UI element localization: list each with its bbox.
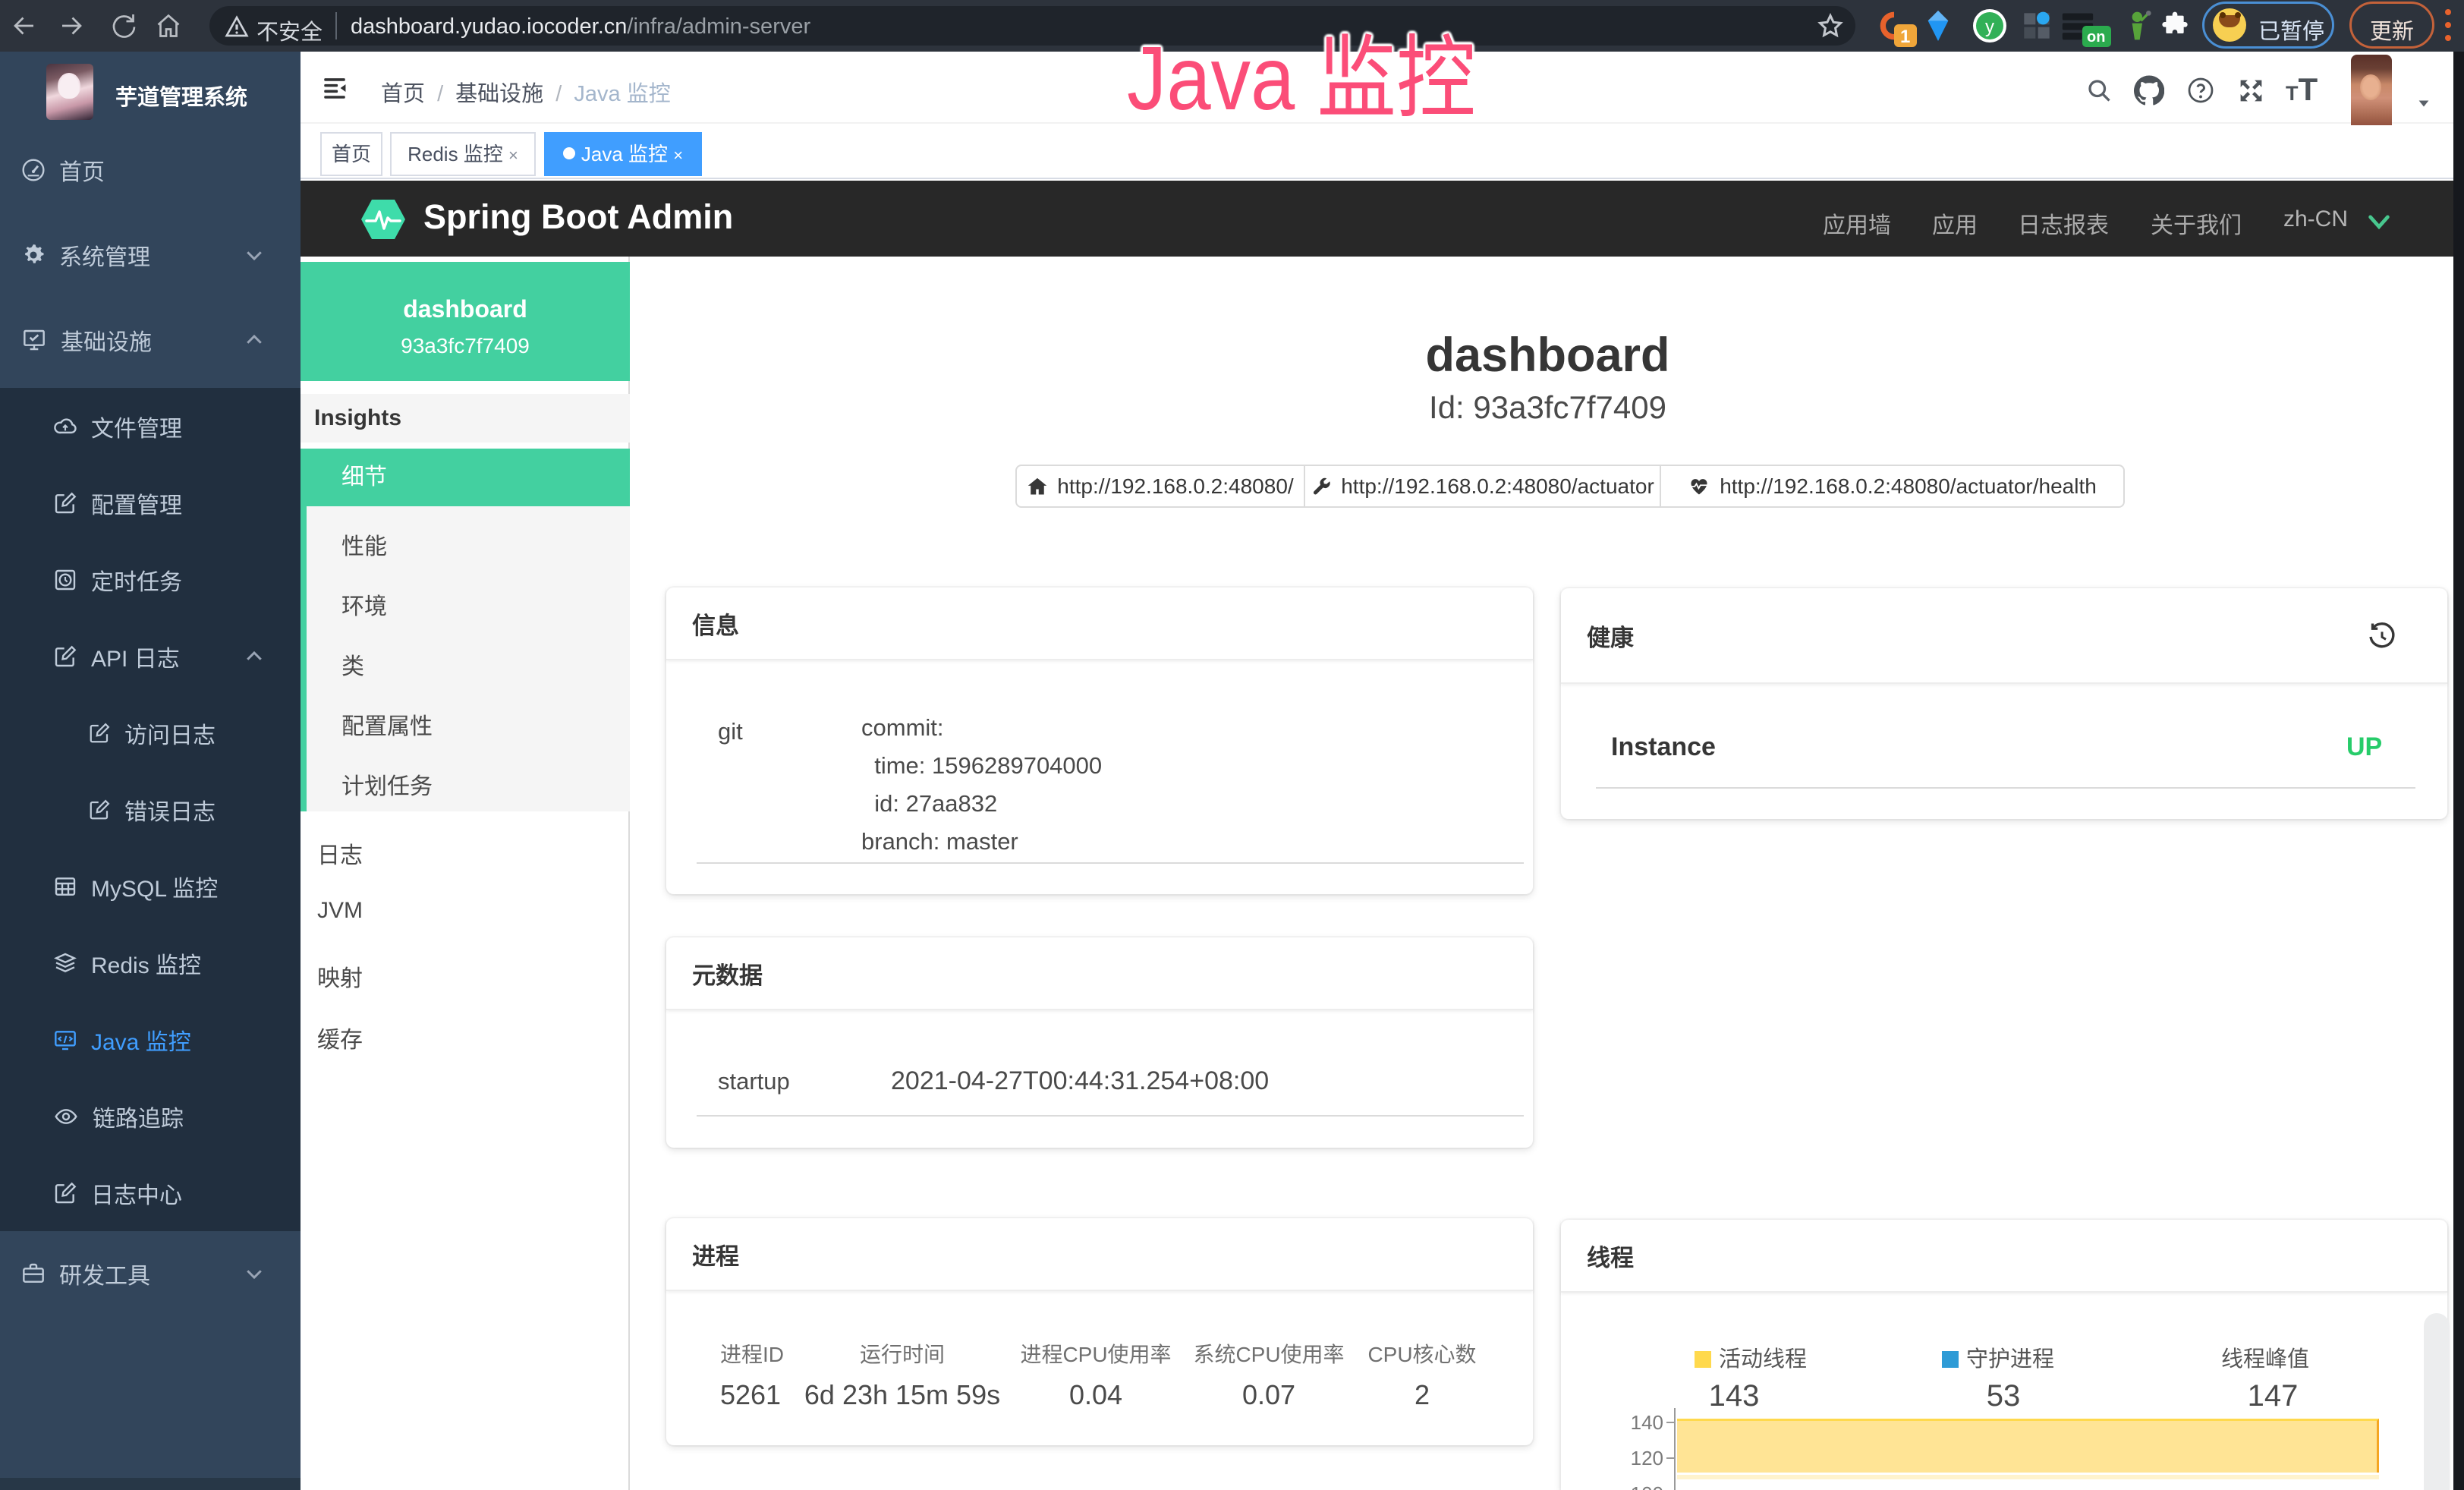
svg-text:y: y [1985,17,1994,37]
